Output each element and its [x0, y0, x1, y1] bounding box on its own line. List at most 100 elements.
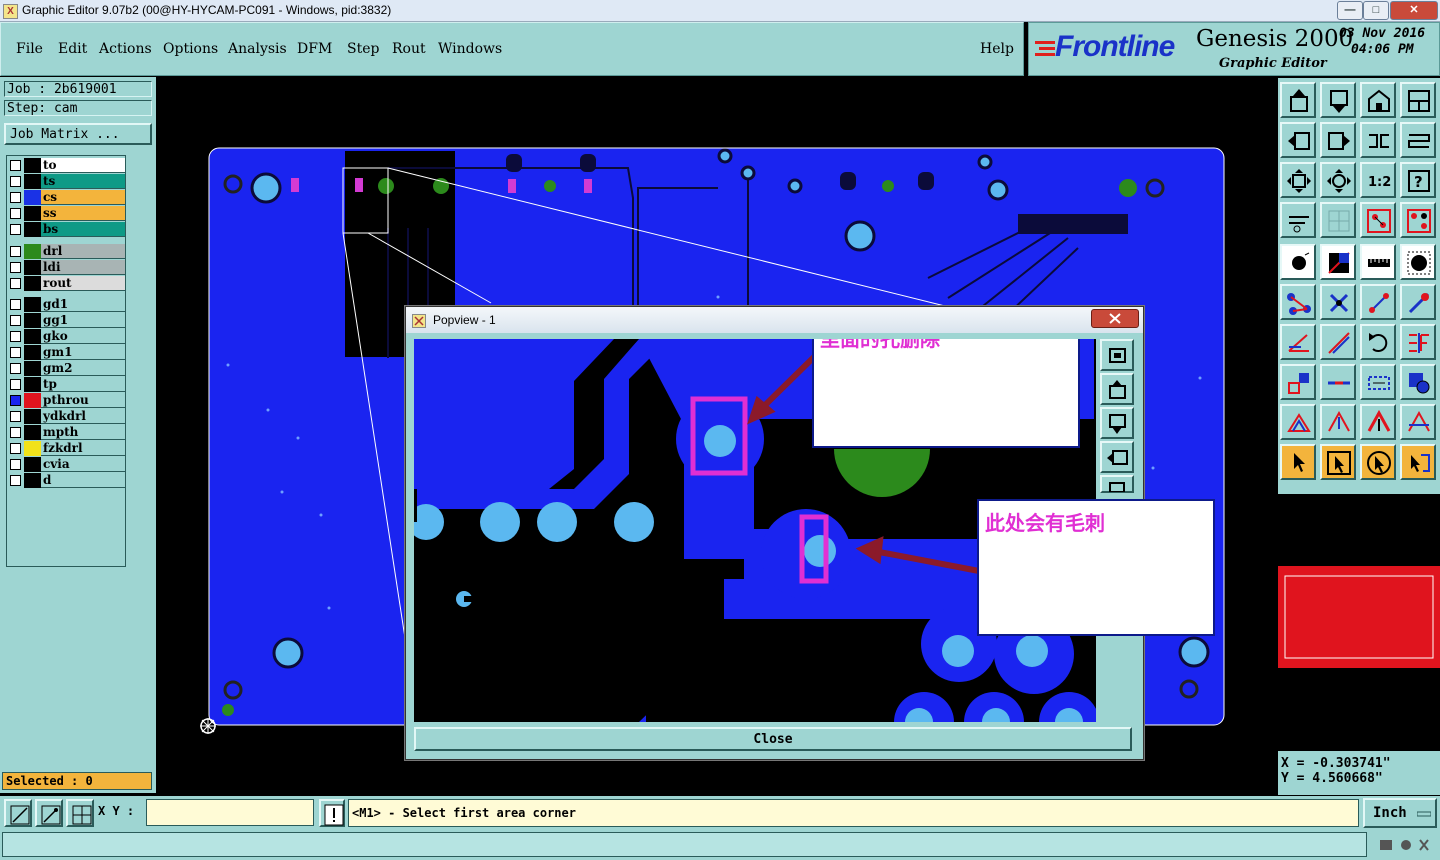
layer-color-swatch[interactable] — [24, 425, 41, 440]
layer-name[interactable]: ldi — [41, 260, 125, 275]
layer-name[interactable]: cvia — [41, 457, 125, 472]
stretch-tool-button[interactable] — [1360, 364, 1396, 400]
menu-options[interactable]: Options — [163, 41, 218, 57]
surface-tool-button[interactable] — [1320, 244, 1356, 280]
popview-close-x-button[interactable] — [1091, 309, 1139, 328]
popview-close-button[interactable]: Close — [414, 727, 1132, 751]
layer-row-fzkdrl[interactable]: fzkdrl — [7, 441, 125, 456]
net-analyzer-button[interactable] — [1360, 202, 1396, 238]
popview-zoom-out-button[interactable] — [1100, 407, 1134, 439]
layer-row-mpth[interactable]: mpth — [7, 425, 125, 440]
menu-edit[interactable]: Edit — [58, 41, 87, 57]
layer-name[interactable]: fzkdrl — [41, 441, 125, 456]
layer-name[interactable]: gko — [41, 329, 125, 344]
layer-row-gd1[interactable]: gd1 — [7, 297, 125, 312]
slant-tool-button[interactable] — [1320, 324, 1356, 360]
menu-file[interactable]: File — [16, 41, 43, 57]
net-compare-button[interactable] — [1400, 202, 1436, 238]
layer-checkbox[interactable] — [10, 224, 21, 235]
menu-dfm[interactable]: DFM — [297, 41, 332, 57]
layer-name[interactable]: cs — [41, 190, 125, 205]
select-net-button[interactable] — [1400, 444, 1436, 480]
layer-checkbox[interactable] — [10, 299, 21, 310]
layer-row-drl[interactable]: drl — [7, 244, 125, 259]
layer-checkbox[interactable] — [10, 331, 21, 342]
layer-row-d[interactable]: d — [7, 473, 125, 488]
mirror-button[interactable] — [1360, 122, 1396, 158]
menu-actions[interactable]: Actions — [99, 41, 152, 57]
layer-color-swatch[interactable] — [24, 329, 41, 344]
layer-color-swatch[interactable] — [24, 473, 41, 488]
layer-checkbox[interactable] — [10, 208, 21, 219]
zoom-extents-button[interactable] — [1280, 162, 1316, 198]
units-dropdown[interactable]: Inch — [1363, 798, 1437, 828]
layer-checkbox[interactable] — [10, 347, 21, 358]
layer-checkbox[interactable] — [10, 192, 21, 203]
arc-tool-button[interactable] — [1280, 404, 1316, 440]
zoom-down-button[interactable] — [1320, 82, 1356, 118]
layer-color-swatch[interactable] — [24, 313, 41, 328]
layer-checkbox[interactable] — [10, 262, 21, 273]
split-view-button[interactable] — [1400, 82, 1436, 118]
layer-row-ts[interactable]: ts — [7, 174, 125, 189]
pad-tool-button[interactable] — [1280, 244, 1316, 280]
layer-color-swatch[interactable] — [24, 441, 41, 456]
menu-windows[interactable]: Windows — [438, 41, 502, 57]
popview-zoom-in-button[interactable] — [1100, 373, 1134, 405]
select-circle-button[interactable] — [1360, 444, 1396, 480]
layer-row-rout[interactable]: rout — [7, 276, 125, 291]
text-tool-button[interactable] — [1400, 324, 1436, 360]
measure-tool-button[interactable] — [1280, 202, 1316, 238]
help-query-button[interactable]: ? — [1400, 162, 1436, 198]
layer-name[interactable]: bs — [41, 222, 125, 237]
layer-checkbox[interactable] — [10, 379, 21, 390]
select-pointer-button[interactable] — [1280, 444, 1316, 480]
popview-window[interactable]: Popview - 1 里面的孔删除 此处会有毛刺 Close — [405, 306, 1215, 760]
popview-title-bar[interactable]: Popview - 1 — [406, 307, 1143, 333]
minimize-button[interactable]: — — [1337, 1, 1363, 20]
layer-checkbox[interactable] — [10, 411, 21, 422]
layer-row-ldi[interactable]: ldi — [7, 260, 125, 275]
layer-name[interactable]: gm1 — [41, 345, 125, 360]
layer-checkbox[interactable] — [10, 475, 21, 486]
layer-checkbox[interactable] — [10, 395, 21, 406]
line-tool-button[interactable] — [1360, 284, 1396, 320]
line-add-button[interactable] — [1400, 284, 1436, 320]
zoom-home-button[interactable] — [1280, 82, 1316, 118]
pan-right-button[interactable] — [1320, 122, 1356, 158]
layer-name[interactable]: tp — [41, 377, 125, 392]
zoom-region-button[interactable] — [1360, 82, 1396, 118]
layer-color-swatch[interactable] — [24, 206, 41, 221]
circle-pad-button[interactable] — [1400, 244, 1436, 280]
layer-checkbox[interactable] — [10, 443, 21, 454]
popview-zoom-fit-button[interactable] — [1100, 339, 1134, 371]
rotate-tool-button[interactable] — [1360, 324, 1396, 360]
layer-color-swatch[interactable] — [24, 393, 41, 408]
grid-button[interactable] — [1320, 202, 1356, 238]
flip-button[interactable] — [1400, 122, 1436, 158]
layer-name[interactable]: mpth — [41, 425, 125, 440]
menu-step[interactable]: Step — [347, 41, 379, 57]
layer-checkbox[interactable] — [10, 459, 21, 470]
menu-help[interactable]: Help — [980, 41, 1014, 57]
overview-map[interactable] — [1278, 566, 1440, 668]
pan-left-button[interactable] — [1280, 122, 1316, 158]
layer-color-swatch[interactable] — [24, 190, 41, 205]
select-box-button[interactable] — [1320, 444, 1356, 480]
move-tool-button[interactable] — [1280, 364, 1316, 400]
layer-color-swatch[interactable] — [24, 409, 41, 424]
layer-row-bs[interactable]: bs — [7, 222, 125, 237]
layer-checkbox[interactable] — [10, 427, 21, 438]
layer-name[interactable]: gm2 — [41, 361, 125, 376]
layer-color-swatch[interactable] — [24, 276, 41, 291]
layer-color-swatch[interactable] — [24, 260, 41, 275]
layer-checkbox[interactable] — [10, 160, 21, 171]
layer-row-gko[interactable]: gko — [7, 329, 125, 344]
scale-1-2-button[interactable]: 1:2 — [1360, 162, 1396, 198]
layer-checkbox[interactable] — [10, 176, 21, 187]
layer-row-cvia[interactable]: cvia — [7, 457, 125, 472]
popview-pan-button[interactable] — [1100, 441, 1134, 473]
angle-tool-button[interactable] — [1280, 324, 1316, 360]
layer-name[interactable]: d — [41, 473, 125, 488]
maximize-button[interactable]: □ — [1363, 1, 1389, 20]
